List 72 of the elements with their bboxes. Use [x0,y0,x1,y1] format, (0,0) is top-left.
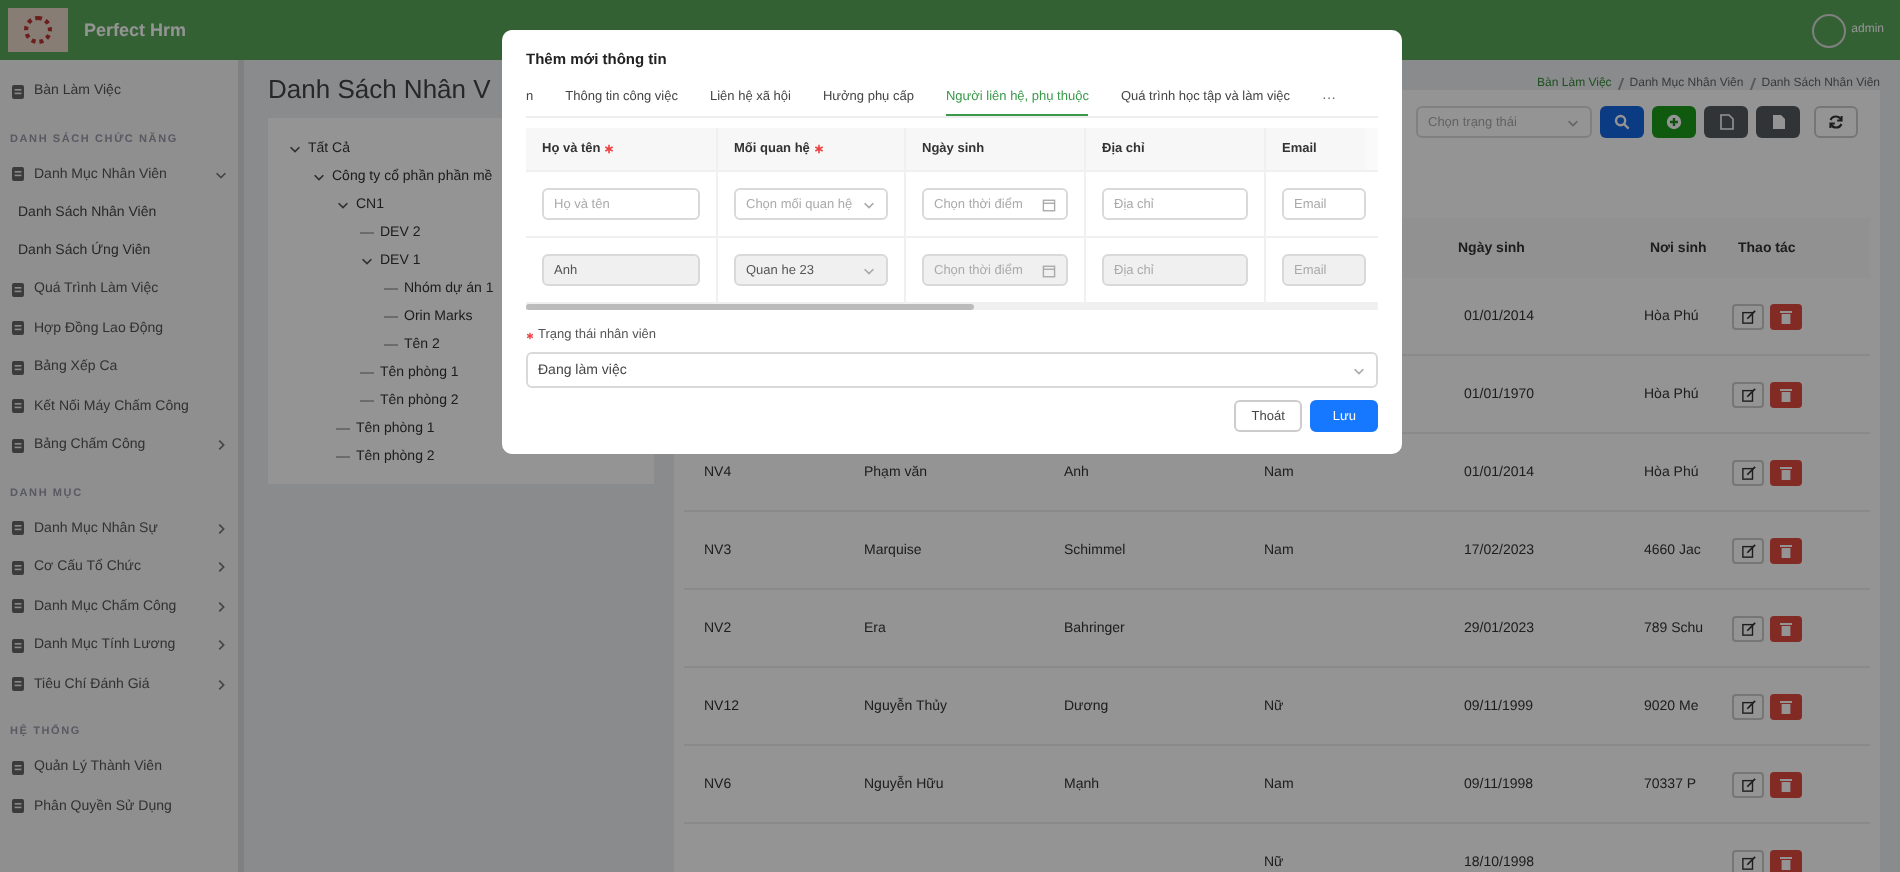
chevron-down-icon [862,197,876,211]
edit-button[interactable] [1732,615,1764,641]
edit-icon [1741,387,1755,401]
file-icon [1771,114,1785,130]
calendar-icon [1042,197,1056,211]
page-icon [10,798,26,815]
required-asterisk-icon [604,144,615,154]
edit-icon [1741,621,1755,635]
import-button[interactable] [1756,106,1800,138]
edit-button[interactable] [1732,303,1764,329]
page-icon [10,320,26,337]
chevron-down-icon[interactable] [360,253,374,267]
edit-button[interactable] [1732,459,1764,485]
trash-icon [1780,387,1792,401]
page-icon [10,398,26,415]
edit-button[interactable] [1732,849,1764,872]
chevron-down-icon[interactable] [336,197,350,211]
edit-button[interactable] [1732,537,1764,563]
edit-button[interactable] [1732,381,1764,407]
page-icon [10,437,26,454]
page-icon [10,676,26,693]
page-icon [10,166,26,183]
edit-button[interactable] [1732,693,1764,719]
chevron-down-icon [862,263,876,277]
edit-icon [1741,777,1755,791]
delete-button[interactable] [1770,771,1802,797]
trash-icon [1780,465,1792,479]
plus-circle-icon [1666,114,1682,130]
calendar-icon [1042,263,1056,277]
page-icon [10,598,26,615]
page-icon [10,83,26,100]
file-icon [1719,114,1733,130]
export-button[interactable] [1704,106,1748,138]
trash-icon [1780,621,1792,635]
page-icon [10,759,26,776]
trash-icon [1780,777,1792,791]
page-icon [10,520,26,537]
chevron-down-icon[interactable] [312,169,326,183]
required-asterisk-icon [813,144,824,154]
edit-icon [1741,465,1755,479]
delete-button[interactable] [1770,693,1802,719]
chevron-down-icon [1352,363,1366,377]
delete-button[interactable] [1770,615,1802,641]
page-icon [10,637,26,654]
delete-button[interactable] [1770,303,1802,329]
chevron-down-icon[interactable] [288,141,302,155]
trash-icon [1780,309,1792,323]
trash-icon [1780,699,1792,713]
refresh-icon [1828,114,1844,130]
edit-button[interactable] [1732,771,1764,797]
edit-icon [1741,309,1755,323]
scrollbar-thumb[interactable] [526,304,974,310]
refresh-button[interactable] [1814,106,1858,138]
delete-button[interactable] [1770,381,1802,407]
delete-button[interactable] [1770,537,1802,563]
chevron-down-icon [1566,115,1580,129]
logo-image [8,8,68,52]
edit-icon [1741,699,1755,713]
delete-button[interactable] [1770,459,1802,485]
page-title: Danh Sách Nhân V [268,74,491,108]
edit-icon [1741,543,1755,557]
page-icon [10,359,26,376]
page-icon [10,281,26,298]
edit-icon [1741,855,1755,869]
app-name: Perfect Hrm [84,20,187,40]
search-button[interactable] [1600,106,1644,138]
search-icon [1614,114,1630,130]
trash-icon [1780,855,1792,869]
page-icon [10,559,26,576]
add-button[interactable] [1652,106,1696,138]
trash-icon [1780,543,1792,557]
delete-button[interactable] [1770,849,1802,872]
